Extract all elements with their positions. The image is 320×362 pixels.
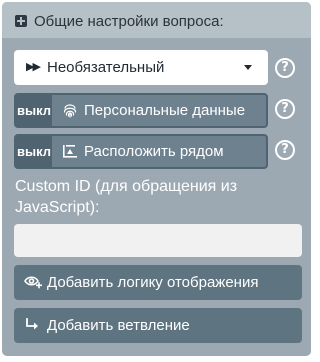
align-side-icon xyxy=(63,145,77,158)
place-side-by-side-label: Расположить рядом xyxy=(84,143,224,160)
plus-square-icon xyxy=(15,15,27,27)
eye-plus-icon xyxy=(24,276,42,289)
toggle-state-off[interactable]: выкл xyxy=(16,136,52,167)
personal-data-label: Персональные данные xyxy=(84,102,246,119)
place-side-by-side-help-icon[interactable]: ? xyxy=(275,140,295,160)
custom-id-input[interactable] xyxy=(14,224,302,257)
personal-data-toggle[interactable]: выкл Персональные данные xyxy=(14,93,268,128)
add-branching-button[interactable]: Добавить ветвление xyxy=(14,308,302,343)
branch-arrow-icon xyxy=(26,318,38,330)
add-display-logic-label: Добавить логику отображения xyxy=(47,274,259,291)
custom-id-label: Custom ID (для обращения из JavaScript): xyxy=(15,178,238,216)
chevron-down-icon xyxy=(244,65,252,70)
requirement-select[interactable]: ▶▶ Необязательный xyxy=(14,50,268,85)
fingerprint-icon xyxy=(63,104,77,118)
add-display-logic-button[interactable]: Добавить логику отображения xyxy=(14,265,302,300)
question-settings-panel: Общие настройки вопроса: ▶▶ Необязательн… xyxy=(2,2,311,356)
double-chevron-right-icon: ▶▶ xyxy=(26,61,41,73)
requirement-select-value: Необязательный xyxy=(47,59,165,76)
place-side-by-side-toggle[interactable]: выкл Расположить рядом xyxy=(14,134,268,169)
toggle-state-off[interactable]: выкл xyxy=(16,95,52,126)
requirement-help-icon[interactable]: ? xyxy=(275,58,295,78)
panel-title: Общие настройки вопроса: xyxy=(34,13,224,30)
panel-header: Общие настройки вопроса: xyxy=(2,2,311,38)
add-branching-label: Добавить ветвление xyxy=(47,317,190,334)
personal-data-help-icon[interactable]: ? xyxy=(275,99,295,119)
